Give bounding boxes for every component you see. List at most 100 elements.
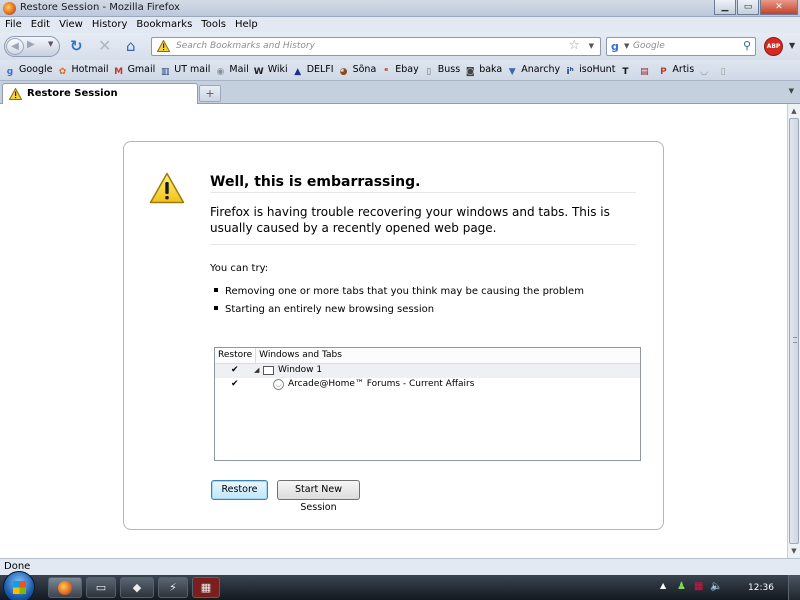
warning-icon bbox=[9, 88, 22, 100]
menu-tools[interactable]: Tools bbox=[196, 18, 230, 30]
maximize-button[interactable]: ▭ bbox=[737, 0, 759, 15]
bookmark-item[interactable]: W Wiki bbox=[253, 60, 288, 78]
stop-icon[interactable]: ✕ bbox=[98, 38, 111, 54]
taskbar-firefox[interactable] bbox=[48, 577, 82, 598]
tab-restore-session[interactable]: Restore Session bbox=[2, 83, 198, 104]
reload-icon[interactable]: ↻ bbox=[70, 38, 83, 54]
user-icon[interactable]: ♟ bbox=[677, 581, 686, 592]
start-button[interactable] bbox=[3, 571, 35, 600]
toolbar-overflow-icon[interactable]: ▼ bbox=[789, 41, 795, 50]
column-windows-and-tabs[interactable]: Windows and Tabs bbox=[256, 348, 345, 363]
t-icon: T bbox=[622, 67, 629, 77]
bookmark-label: baka bbox=[479, 64, 503, 75]
search-bar[interactable]: g ▼ Google ⚲ bbox=[606, 37, 756, 56]
tab-entry-label: Arcade@Home™ Forums - Current Affairs bbox=[288, 379, 475, 389]
scrollbar-thumb[interactable] bbox=[789, 118, 799, 544]
page-content: Well, this is embarrassing. Firefox is h… bbox=[0, 104, 787, 558]
bookmark-item[interactable]: M Gmail bbox=[113, 60, 155, 78]
back-button[interactable]: ◀ bbox=[6, 38, 24, 55]
search-icon[interactable]: ⚲ bbox=[743, 39, 751, 52]
tray-app-icon[interactable]: ▦ bbox=[694, 581, 703, 592]
tray-expand-icon[interactable]: ▲ bbox=[660, 581, 666, 590]
restore-button[interactable]: Restore bbox=[211, 480, 268, 500]
bookmark-item[interactable]: P Artis bbox=[657, 60, 694, 78]
new-tab-button[interactable]: + bbox=[199, 85, 221, 102]
search-engine-dropdown-icon[interactable]: ▼ bbox=[624, 42, 629, 50]
taskbar-explorer[interactable]: ▭ bbox=[86, 577, 116, 598]
session-tree[interactable]: Restore Windows and Tabs ✔ ◢ Window 1 ✔ … bbox=[214, 347, 641, 461]
menu-file[interactable]: File bbox=[0, 18, 26, 30]
history-dropdown[interactable]: ▼ bbox=[48, 40, 53, 48]
firefox-icon bbox=[3, 2, 16, 15]
window-title: Restore Session - Mozilla Firefox bbox=[20, 2, 180, 13]
status-bar: Done bbox=[0, 558, 800, 575]
baka-icon: ◙ bbox=[465, 67, 475, 77]
scroll-up-icon[interactable]: ▲ bbox=[788, 104, 800, 118]
url-bar[interactable]: Search Bookmarks and History ☆ ▼ bbox=[151, 37, 601, 56]
bookmark-item[interactable]: ▥ UT mail bbox=[159, 60, 210, 78]
folder-icon: ▭ bbox=[95, 581, 107, 594]
search-placeholder: Google bbox=[633, 41, 665, 51]
back-forward-buttons: ◀ ▶ ▼ bbox=[4, 36, 60, 57]
restore-session-panel: Well, this is embarrassing. Firefox is h… bbox=[123, 141, 664, 530]
bookmark-star-icon[interactable]: ☆ bbox=[568, 38, 580, 53]
home-icon[interactable]: ⌂ bbox=[126, 38, 136, 54]
bookmark-item[interactable]: T bbox=[619, 60, 634, 78]
bookmark-item[interactable]: ◡ bbox=[698, 60, 713, 78]
bookmark-item[interactable]: ◙ baka bbox=[464, 60, 502, 78]
app-icon: ▦ bbox=[200, 581, 212, 594]
bookmark-item[interactable]: g Google bbox=[4, 60, 53, 78]
bookmark-item[interactable]: ▤ bbox=[638, 60, 653, 78]
suggestion-item: Starting an entirely new browsing sessio… bbox=[214, 304, 434, 315]
bookmark-item[interactable]: ◕ Sõna bbox=[338, 60, 377, 78]
p-icon: P bbox=[660, 67, 667, 77]
minimize-button[interactable]: ▁ bbox=[714, 0, 736, 15]
isohunt-icon: iʰ bbox=[566, 67, 574, 77]
window-label: Window 1 bbox=[278, 365, 323, 375]
try-label: You can try: bbox=[210, 263, 269, 274]
bookmark-item[interactable]: ▼ Anarchy bbox=[506, 60, 560, 78]
column-restore[interactable]: Restore bbox=[215, 348, 257, 363]
speaker-icon[interactable]: 🔈 bbox=[710, 581, 722, 592]
app-icon: ⚡ bbox=[169, 581, 177, 594]
bookmark-item[interactable]: ▯ bbox=[717, 60, 732, 78]
bookmark-item[interactable]: ᵉ Ebay bbox=[380, 60, 419, 78]
favicon-globe-icon: ◡ bbox=[273, 379, 284, 390]
bookmark-item[interactable]: ▯ Buss bbox=[423, 60, 460, 78]
menu-view[interactable]: View bbox=[54, 18, 87, 30]
bookmark-item[interactable]: ▲ DELFI bbox=[292, 60, 334, 78]
tabs-icon: ▤ bbox=[640, 67, 649, 77]
globe-icon: ◉ bbox=[216, 67, 225, 77]
bookmark-label: DELFI bbox=[306, 64, 334, 75]
menu-help[interactable]: Help bbox=[230, 18, 262, 30]
close-button[interactable]: ✕ bbox=[760, 0, 798, 15]
restore-checkbox[interactable]: ✔ bbox=[231, 365, 239, 375]
tree-row-window[interactable]: ✔ ◢ Window 1 bbox=[215, 364, 640, 378]
warning-icon bbox=[149, 172, 185, 204]
expand-twisty-icon[interactable]: ◢ bbox=[254, 366, 259, 374]
forward-button[interactable]: ▶ bbox=[27, 39, 35, 50]
tree-row-tab[interactable]: ✔ ◡ Arcade@Home™ Forums - Current Affair… bbox=[215, 378, 640, 392]
bookmark-item[interactable]: iʰ isoHunt bbox=[564, 60, 616, 78]
bookmark-label: Buss bbox=[437, 64, 461, 75]
taskbar: ▭ ◆ ⚡ ▦ ▲ ♟ ▦ 🔈 12:36 bbox=[0, 571, 800, 600]
url-dropdown-icon[interactable]: ▼ bbox=[589, 42, 594, 50]
bookmark-item[interactable]: ◉ Mail bbox=[214, 60, 248, 78]
show-desktop-button[interactable] bbox=[788, 575, 800, 600]
menu-edit[interactable]: Edit bbox=[26, 18, 54, 30]
restore-checkbox[interactable]: ✔ bbox=[231, 379, 239, 389]
list-all-tabs-icon[interactable]: ▼ bbox=[789, 87, 794, 95]
clock[interactable]: 12:36 bbox=[748, 583, 774, 593]
taskbar-app[interactable]: ◆ bbox=[120, 577, 154, 598]
taskbar-app[interactable]: ⚡ bbox=[158, 577, 188, 598]
vertical-scrollbar[interactable]: ▲ ▼ bbox=[787, 104, 800, 558]
scroll-down-icon[interactable]: ▼ bbox=[788, 544, 800, 558]
bookmark-label: Ebay bbox=[395, 64, 419, 75]
bookmark-item[interactable]: ✿ Hotmail bbox=[57, 60, 109, 78]
adblock-icon[interactable]: ABP bbox=[764, 37, 783, 56]
menu-bookmarks[interactable]: Bookmarks bbox=[131, 18, 196, 30]
google-icon[interactable]: g bbox=[611, 40, 619, 53]
taskbar-app[interactable]: ▦ bbox=[192, 577, 220, 598]
menu-history[interactable]: History bbox=[87, 18, 132, 30]
start-new-session-button[interactable]: Start New Session bbox=[277, 480, 360, 513]
